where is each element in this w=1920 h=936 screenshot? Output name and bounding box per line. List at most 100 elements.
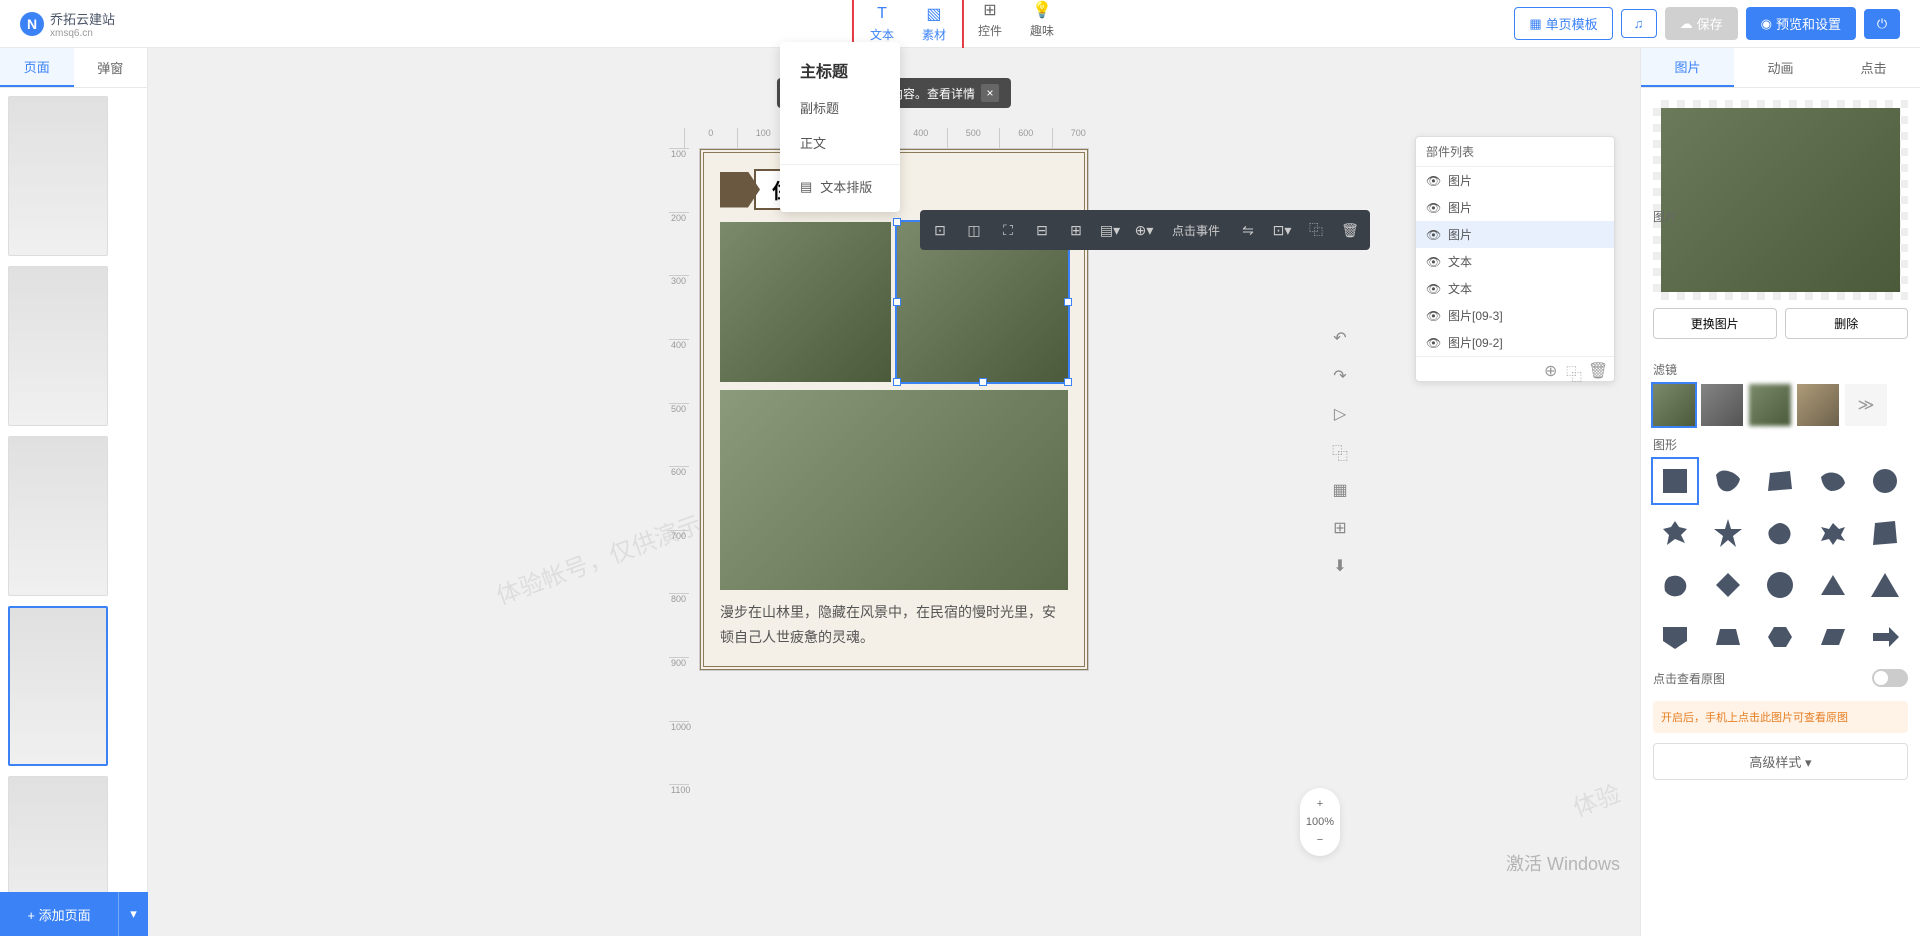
filter-option[interactable]: [1701, 384, 1743, 426]
resize-handle[interactable]: [1064, 298, 1072, 306]
shape-splat2[interactable]: [1706, 511, 1750, 555]
filter-more-icon[interactable]: ≫: [1845, 384, 1887, 426]
power-button[interactable]: ⏻: [1864, 9, 1900, 39]
shape-rough-square[interactable]: [1863, 511, 1907, 555]
page-thumb-3[interactable]: 3: [8, 436, 139, 596]
grid-icon[interactable]: ⊞: [1330, 518, 1350, 538]
shape-square[interactable]: [1653, 459, 1697, 503]
resize-handle[interactable]: [893, 378, 901, 386]
shape-blob[interactable]: [1758, 511, 1802, 555]
dropdown-body[interactable]: 正文: [780, 125, 900, 160]
shape-triangle[interactable]: [1811, 563, 1855, 607]
shape-triangle2[interactable]: [1863, 563, 1907, 607]
warning-close-icon[interactable]: ×: [981, 84, 999, 102]
eye-icon[interactable]: 👁: [1426, 228, 1440, 242]
shape-arrow[interactable]: [1863, 615, 1907, 659]
tool-material[interactable]: ▧ 素材: [908, 0, 960, 47]
filter-option[interactable]: [1653, 384, 1695, 426]
dropdown-heading[interactable]: 主标题: [780, 50, 900, 90]
resize-handle[interactable]: [979, 378, 987, 386]
ft-delete-icon[interactable]: 🗑: [1334, 214, 1366, 246]
layers-icon[interactable]: ⿻: [1330, 442, 1350, 462]
redo-icon[interactable]: ↷: [1330, 366, 1350, 386]
template-button[interactable]: ▦ 单页模板: [1514, 7, 1612, 40]
resize-handle[interactable]: [1064, 378, 1072, 386]
cl-item[interactable]: 👁文本: [1416, 248, 1614, 275]
page-thumb-5[interactable]: 5: [8, 776, 139, 892]
logo[interactable]: N 乔拓云建站 xmsq6.cn: [20, 9, 115, 39]
eye-icon[interactable]: 👁: [1426, 309, 1440, 323]
rp-tab-click[interactable]: 点击: [1827, 48, 1920, 87]
rp-tab-image[interactable]: 图片: [1641, 48, 1734, 87]
cl-copy-icon[interactable]: ⿻: [1566, 361, 1582, 377]
cl-item-selected[interactable]: 👁图片: [1416, 221, 1614, 248]
zoom-in-icon[interactable]: +: [1317, 798, 1323, 810]
cl-add-icon[interactable]: ⊕: [1544, 361, 1560, 377]
music-button[interactable]: ♫: [1621, 9, 1657, 38]
shape-brush1[interactable]: [1706, 459, 1750, 503]
download-icon[interactable]: ⬇: [1330, 556, 1350, 576]
cl-item[interactable]: 👁图片: [1416, 194, 1614, 221]
eye-icon[interactable]: 👁: [1426, 174, 1440, 188]
undo-icon[interactable]: ↶: [1330, 328, 1350, 348]
cl-delete-icon[interactable]: 🗑: [1588, 361, 1604, 377]
preview-button[interactable]: ◉ 预览和设置: [1746, 7, 1856, 40]
eye-icon[interactable]: 👁: [1426, 336, 1440, 350]
cl-item[interactable]: 👁图片: [1416, 167, 1614, 194]
canvas-body-text[interactable]: 漫步在山林里，隐藏在风景中，在民宿的慢时光里，安顿自己人世疲惫的灵魂。: [720, 600, 1068, 650]
page-thumb-2[interactable]: 2: [8, 266, 139, 426]
delete-image-button[interactable]: 删除: [1785, 308, 1909, 339]
shape-splat1[interactable]: [1653, 511, 1697, 555]
page-thumb-4[interactable]: 4 + ⿻ 🗑: [8, 606, 139, 766]
advanced-style-button[interactable]: 高级样式 ▾: [1653, 743, 1908, 780]
ft-copy-icon[interactable]: ⿻: [1300, 214, 1332, 246]
play-icon[interactable]: ▷: [1330, 404, 1350, 424]
rp-tab-animation[interactable]: 动画: [1734, 48, 1827, 87]
replace-image-button[interactable]: 更换图片: [1653, 308, 1777, 339]
shape-diamond[interactable]: [1706, 563, 1750, 607]
save-button[interactable]: ☁ 保存: [1665, 7, 1738, 40]
zoom-out-icon[interactable]: −: [1317, 834, 1323, 846]
shape-pentagon-down[interactable]: [1653, 615, 1697, 659]
canvas-image-1[interactable]: [720, 222, 891, 382]
shape-hexagon[interactable]: [1758, 615, 1802, 659]
shape-brush2[interactable]: [1758, 459, 1802, 503]
ft-align2-icon[interactable]: ⊞: [1060, 214, 1092, 246]
shape-circle[interactable]: [1863, 459, 1907, 503]
tab-pages[interactable]: 页面: [0, 48, 74, 87]
view-original-toggle[interactable]: [1872, 669, 1908, 687]
shape-circle2[interactable]: [1758, 563, 1802, 607]
eye-icon[interactable]: 👁: [1426, 255, 1440, 269]
resize-handle[interactable]: [893, 218, 901, 226]
shape-rounded-blob[interactable]: [1653, 563, 1697, 607]
dropdown-subheading[interactable]: 副标题: [780, 90, 900, 125]
ft-flip-icon[interactable]: ⇋: [1232, 214, 1264, 246]
ft-crop2-icon[interactable]: ◫: [958, 214, 990, 246]
cl-item[interactable]: 👁图片[09-3]: [1416, 302, 1614, 329]
ft-align-icon[interactable]: ⊟: [1026, 214, 1058, 246]
page-list[interactable]: 1 2 3 4 + ⿻ 🗑 5: [0, 88, 147, 892]
ft-crop-icon[interactable]: ⊡: [924, 214, 956, 246]
ft-layer-icon[interactable]: ▤▾: [1094, 214, 1126, 246]
add-page-dropdown-icon[interactable]: ▾: [118, 892, 148, 936]
tab-popups[interactable]: 弹窗: [74, 48, 148, 87]
filter-option[interactable]: [1749, 384, 1791, 426]
ft-add-icon[interactable]: ⊕▾: [1128, 214, 1160, 246]
add-page-button[interactable]: + 添加页面 ▾: [0, 892, 148, 936]
resize-handle[interactable]: [893, 298, 901, 306]
filter-option[interactable]: [1797, 384, 1839, 426]
tool-widget[interactable]: ⊞ 控件: [964, 0, 1016, 51]
canvas-image-3[interactable]: [720, 390, 1068, 590]
shape-brush3[interactable]: [1811, 459, 1855, 503]
tool-text[interactable]: T 文本: [856, 0, 908, 47]
page-thumb-1[interactable]: 1: [8, 96, 139, 256]
shape-parallelogram[interactable]: [1811, 615, 1855, 659]
cl-item[interactable]: 👁图片[09-2]: [1416, 329, 1614, 356]
eye-icon[interactable]: 👁: [1426, 282, 1440, 296]
dropdown-template[interactable]: ▤文本排版: [780, 169, 900, 204]
cl-item[interactable]: 👁文本: [1416, 275, 1614, 302]
ft-click-event[interactable]: 点击事件: [1162, 214, 1230, 246]
ft-more-icon[interactable]: ⊡▾: [1266, 214, 1298, 246]
film-icon[interactable]: ▦: [1330, 480, 1350, 500]
ft-fit-icon[interactable]: ⛶: [992, 214, 1024, 246]
